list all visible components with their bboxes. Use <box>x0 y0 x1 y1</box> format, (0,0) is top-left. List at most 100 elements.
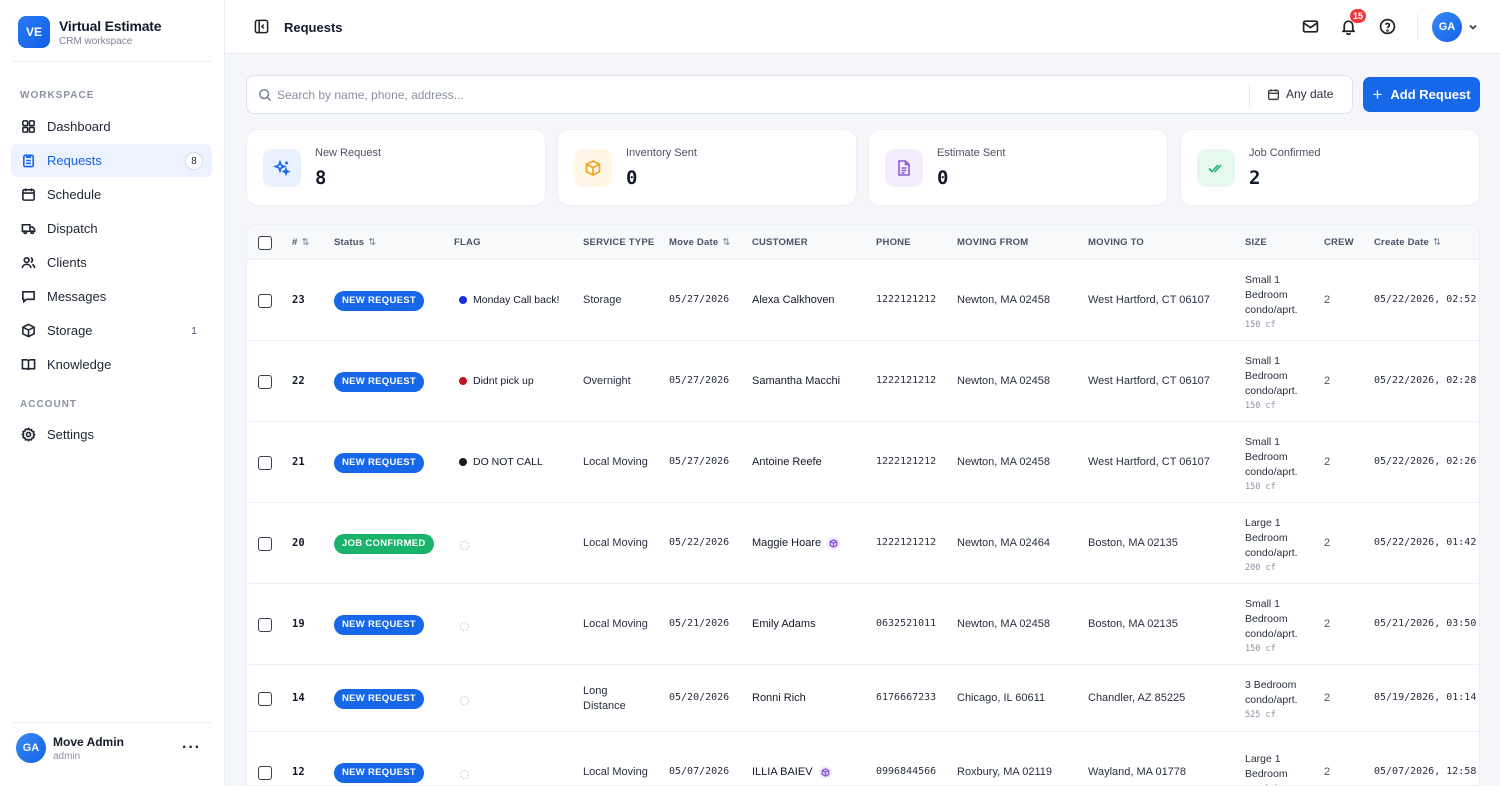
move-size: Small 1 Bedroom condo/aprt. 150 cf <box>1245 273 1298 333</box>
size-line: Small 1 <box>1245 274 1281 286</box>
sidebar-item-dispatch[interactable]: Dispatch <box>11 212 212 245</box>
customer-name[interactable]: Emily Adams <box>752 618 816 630</box>
sidebar-item-storage[interactable]: Storage 1 <box>11 314 212 347</box>
request-id[interactable]: 23 <box>292 294 305 306</box>
column-header-create-date[interactable]: Create Date ⇅ <box>1374 237 1441 248</box>
status-badge: NEW REQUEST <box>334 614 425 635</box>
move-date: 05/21/2026 <box>669 617 730 629</box>
row-checkbox[interactable] <box>258 617 272 632</box>
stat-card-estimate-sent[interactable]: Estimate Sent 0 <box>868 129 1168 206</box>
sidebar-item-settings[interactable]: Settings <box>11 418 212 451</box>
sidebar-item-label: Clients <box>47 255 87 270</box>
request-id[interactable]: 12 <box>292 766 305 778</box>
moving-to: West Hartford, CT 06107 <box>1088 293 1210 306</box>
crew-count: 2 <box>1324 455 1331 468</box>
flag-label[interactable]: Monday Call back! <box>459 294 559 306</box>
more-options-icon[interactable]: ··· <box>182 739 201 757</box>
document-icon <box>885 149 923 187</box>
brand[interactable]: VE Virtual Estimate CRM workspace <box>18 16 162 48</box>
size-line: condo/aprt. <box>1245 628 1298 640</box>
add-request-button[interactable]: + Add Request <box>1363 77 1480 112</box>
request-id[interactable]: 21 <box>292 456 305 468</box>
sidebar-item-messages[interactable]: Messages <box>11 280 212 313</box>
row-checkbox[interactable] <box>258 455 272 470</box>
table-row[interactable]: 14 NEW REQUEST Long Distance 05/20/2026 Ronn… <box>247 665 1479 732</box>
column-header-move-date[interactable]: Move Date ⇅ <box>669 237 731 248</box>
empty-flag-icon[interactable] <box>459 767 470 779</box>
sidebar-item-label: Dashboard <box>47 119 111 134</box>
request-id[interactable]: 19 <box>292 618 305 630</box>
moving-to: Boston, MA 02135 <box>1088 536 1178 549</box>
customer-name[interactable]: Alexa Calkhoven <box>752 294 835 306</box>
size-line: condo/aprt. <box>1245 694 1298 706</box>
sidebar-item-clients[interactable]: Clients <box>11 246 212 279</box>
book-icon <box>21 357 36 372</box>
sidebar-item-dashboard[interactable]: Dashboard <box>11 110 212 143</box>
mail-icon[interactable] <box>1302 18 1319 35</box>
search-divider <box>1249 84 1250 106</box>
sort-icon: ⇅ <box>368 237 377 248</box>
phone-number: 1222121212 <box>876 293 937 305</box>
crew-count: 2 <box>1324 293 1331 306</box>
row-checkbox[interactable] <box>258 536 272 551</box>
message-icon <box>21 289 36 304</box>
move-size: Large 1 Bedroom condo/aprt. 200 cf <box>1245 516 1298 576</box>
size-line: Bedroom <box>1245 451 1288 463</box>
table-row[interactable]: 21 NEW REQUEST DO NOT CALL Local Moving 05/2… <box>247 422 1479 503</box>
truck-icon <box>21 221 36 236</box>
help-icon[interactable] <box>1379 18 1396 35</box>
customer-name[interactable]: Maggie Hoare <box>752 536 841 550</box>
sidebar-toggle-icon[interactable] <box>254 19 269 34</box>
move-date: 05/20/2026 <box>669 691 730 703</box>
table-row[interactable]: 23 NEW REQUEST Monday Call back! Storage 05/… <box>247 260 1479 341</box>
table-row[interactable]: 20 JOB CONFIRMED Local Moving 05/22/2026 Mag… <box>247 503 1479 584</box>
customer-name[interactable]: Antoine Reefe <box>752 456 822 468</box>
row-checkbox[interactable] <box>258 691 272 706</box>
create-date: 05/19/2026, 01:14 <box>1374 691 1477 703</box>
stat-card-job-confirmed[interactable]: Job Confirmed 2 <box>1180 129 1480 206</box>
stat-card-inventory-sent[interactable]: Inventory Sent 0 <box>557 129 857 206</box>
column-header-num[interactable]: # ⇅ <box>292 237 310 248</box>
select-all-checkbox[interactable] <box>258 236 272 250</box>
chevron-down-icon[interactable] <box>1467 20 1479 32</box>
sidebar: VE Virtual Estimate CRM workspace WORKSP… <box>0 0 225 786</box>
users-icon <box>21 255 36 270</box>
table-row[interactable]: 19 NEW REQUEST Local Moving 05/21/2026 Emily… <box>247 584 1479 665</box>
move-date: 05/27/2026 <box>669 293 730 305</box>
request-id[interactable]: 20 <box>292 537 305 549</box>
moving-to: Chandler, AZ 85225 <box>1088 691 1186 704</box>
size-line: condo/aprt. <box>1245 304 1298 316</box>
customer-name[interactable]: Samantha Macchi <box>752 375 840 387</box>
stat-card-new-request[interactable]: New Request 8 <box>246 129 546 206</box>
user-profile[interactable]: GA Move Admin admin ··· <box>16 733 211 763</box>
moving-from: Newton, MA 02458 <box>957 374 1050 387</box>
column-header-status[interactable]: Status ⇅ <box>334 237 376 248</box>
status-badge: NEW REQUEST <box>334 290 425 311</box>
service-type: Storage <box>583 293 622 306</box>
empty-flag-icon[interactable] <box>459 538 470 550</box>
search-input[interactable] <box>277 84 1237 106</box>
header-avatar[interactable]: GA <box>1432 12 1462 42</box>
stat-value: 0 <box>626 167 638 189</box>
sidebar-item-schedule[interactable]: Schedule <box>11 178 212 211</box>
sidebar-item-label: Requests <box>47 153 102 168</box>
moving-from: Newton, MA 02458 <box>957 617 1050 630</box>
move-size: Small 1 Bedroom condo/aprt. 150 cf <box>1245 435 1298 495</box>
row-checkbox[interactable] <box>258 765 272 780</box>
customer-name[interactable]: Ronni Rich <box>752 692 806 704</box>
sidebar-item-knowledge[interactable]: Knowledge <box>11 348 212 381</box>
table-row[interactable]: 12 NEW REQUEST Local Moving 05/07/2026 ILLIA… <box>247 732 1479 785</box>
row-checkbox[interactable] <box>258 293 272 308</box>
request-id[interactable]: 14 <box>292 692 305 704</box>
date-filter-button[interactable]: Any date <box>1267 87 1333 101</box>
row-checkbox[interactable] <box>258 374 272 389</box>
table-row[interactable]: 22 NEW REQUEST Didnt pick up Overnight 05/27… <box>247 341 1479 422</box>
sidebar-item-requests[interactable]: Requests 8 <box>11 144 212 177</box>
flag-label[interactable]: Didnt pick up <box>459 375 534 387</box>
empty-flag-icon[interactable] <box>459 693 470 705</box>
request-id[interactable]: 22 <box>292 375 305 387</box>
notification-count-badge: 15 <box>1350 9 1366 23</box>
customer-name[interactable]: ILLIA BAIEV <box>752 765 832 779</box>
empty-flag-icon[interactable] <box>459 619 470 631</box>
flag-label[interactable]: DO NOT CALL <box>459 456 543 468</box>
